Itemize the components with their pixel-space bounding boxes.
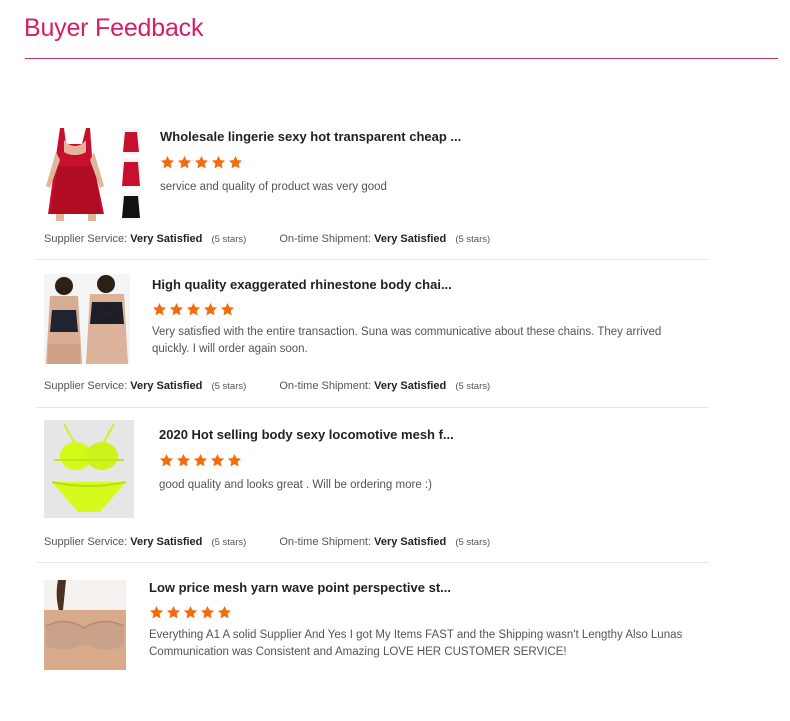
star-icon xyxy=(200,605,215,619)
supplier-service-stars: (5 stars) xyxy=(211,234,247,245)
star-icon xyxy=(186,302,201,316)
rating-summary: Supplier Service: Very Satisfied (5 star… xyxy=(44,536,490,548)
review-divider xyxy=(36,259,709,260)
star-icon xyxy=(228,155,243,169)
red-lingerie-photo-icon xyxy=(42,126,142,221)
product-title[interactable]: Wholesale lingerie sexy hot transparent … xyxy=(160,129,461,144)
rating-stars xyxy=(159,453,242,468)
product-title[interactable]: 2020 Hot selling body sexy locomotive me… xyxy=(159,427,454,442)
supplier-service-label: Supplier Service: xyxy=(44,233,128,245)
star-icon xyxy=(169,302,184,316)
product-thumbnail[interactable] xyxy=(44,274,130,364)
shipment-stars: (5 stars) xyxy=(455,381,491,392)
star-icon xyxy=(211,155,226,169)
product-title[interactable]: Low price mesh yarn wave point perspecti… xyxy=(149,580,451,595)
star-icon xyxy=(177,155,192,169)
rating-summary: Supplier Service: Very Satisfied (5 star… xyxy=(44,380,490,392)
star-icon xyxy=(220,302,235,316)
review-comment: Very satisfied with the entire transacti… xyxy=(152,326,662,355)
black-bra-photo-icon xyxy=(44,274,130,364)
star-icon xyxy=(160,155,175,169)
shipment-value: Very Satisfied xyxy=(374,536,447,548)
page-title: Buyer Feedback xyxy=(24,14,204,42)
supplier-service-value: Very Satisfied xyxy=(130,536,203,548)
star-icon xyxy=(152,302,167,316)
supplier-service-stars: (5 stars) xyxy=(211,537,247,548)
review-divider xyxy=(36,562,709,563)
rating-summary: Supplier Service: Very Satisfied (5 star… xyxy=(44,233,490,245)
star-icon xyxy=(203,302,218,316)
star-icon xyxy=(194,155,209,169)
star-icon xyxy=(166,605,181,619)
supplier-service-stars: (5 stars) xyxy=(211,381,247,392)
shipment-value: Very Satisfied xyxy=(374,380,447,392)
review-comment: Everything A1 A solid Supplier And Yes I… xyxy=(149,629,683,658)
neon-bikini-photo-icon xyxy=(44,420,134,518)
product-thumbnail[interactable] xyxy=(42,126,142,221)
product-thumbnail[interactable] xyxy=(44,420,134,518)
rating-stars xyxy=(160,155,243,170)
star-icon xyxy=(227,453,242,467)
product-thumbnail[interactable] xyxy=(44,580,126,670)
supplier-service-label: Supplier Service: xyxy=(44,380,128,392)
shipment-label: On-time Shipment: xyxy=(279,233,372,245)
star-icon xyxy=(217,605,232,619)
star-icon xyxy=(183,605,198,619)
rating-stars xyxy=(152,302,235,317)
strapless-bra-photo-icon xyxy=(44,580,126,670)
rating-stars xyxy=(149,605,232,620)
shipment-value: Very Satisfied xyxy=(374,233,447,245)
star-icon xyxy=(193,453,208,467)
product-title[interactable]: High quality exaggerated rhinestone body… xyxy=(152,277,452,292)
supplier-service-value: Very Satisfied xyxy=(130,380,203,392)
shipment-stars: (5 stars) xyxy=(455,537,491,548)
review-comment: good quality and looks great . Will be o… xyxy=(159,479,432,491)
title-underline xyxy=(25,58,778,59)
shipment-label: On-time Shipment: xyxy=(279,536,372,548)
star-icon xyxy=(210,453,225,467)
review-divider xyxy=(36,407,709,408)
supplier-service-label: Supplier Service: xyxy=(44,536,128,548)
star-icon xyxy=(149,605,164,619)
star-icon xyxy=(159,453,174,467)
shipment-stars: (5 stars) xyxy=(455,234,491,245)
shipment-label: On-time Shipment: xyxy=(279,380,372,392)
review-comment: service and quality of product was very … xyxy=(160,181,387,193)
supplier-service-value: Very Satisfied xyxy=(130,233,203,245)
star-icon xyxy=(176,453,191,467)
